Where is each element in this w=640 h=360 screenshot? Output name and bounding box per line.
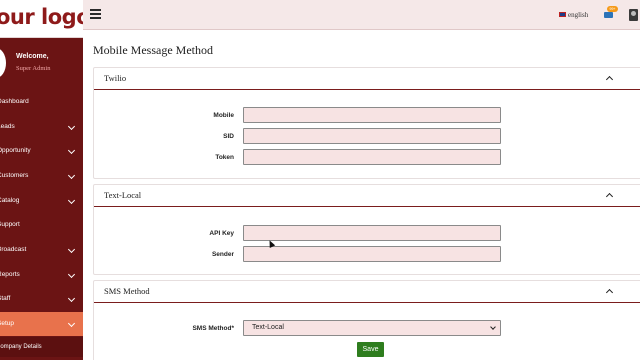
- sidebar-item-label: Reports: [0, 271, 20, 278]
- sidebar-item-label: Leads: [0, 123, 15, 130]
- chevron-down-icon: [67, 245, 76, 254]
- sidebar-item-customers[interactable]: Customers: [0, 164, 83, 188]
- sidebar-item-support[interactable]: Support: [0, 213, 83, 237]
- sidebar-item-label: Broadcast: [0, 246, 27, 253]
- avatar: [0, 48, 6, 78]
- card-title: Twilio: [104, 73, 127, 83]
- chevron-down-icon: [67, 270, 76, 279]
- field-label: SID: [223, 133, 234, 140]
- card-title: Text-Local: [104, 190, 142, 200]
- token-field[interactable]: [243, 149, 501, 165]
- select-value: Text-Local: [252, 324, 284, 331]
- sms-method-card-header[interactable]: SMS Method: [94, 281, 640, 303]
- field-label: SMS Method*: [192, 325, 234, 332]
- chevron-down-icon: [67, 122, 76, 131]
- sidebar-item-broadcast[interactable]: Broadcast: [0, 238, 83, 262]
- flag-icon: [559, 12, 566, 17]
- chevron-down-icon: [490, 324, 496, 330]
- api-key-field[interactable]: [243, 225, 501, 241]
- sidebar-item-label: Customers: [0, 172, 29, 179]
- user-avatar[interactable]: [629, 9, 638, 21]
- topbar: english 99+: [83, 0, 640, 30]
- twilio-card-header[interactable]: Twilio: [94, 68, 640, 90]
- welcome-panel: Welcome, Super Admin: [0, 38, 83, 88]
- sidebar-item-setup[interactable]: Setup: [0, 312, 83, 336]
- sidebar-item-label: Catalog: [0, 197, 20, 204]
- sidebar: Welcome, Super Admin Dashboard Leads Opp…: [0, 38, 83, 360]
- notification-badge: 99+: [607, 6, 618, 12]
- chevron-down-icon: [67, 196, 76, 205]
- mail-icon[interactable]: [604, 12, 613, 18]
- textlocal-card: Text-Local API Key Sender: [93, 184, 640, 275]
- save-button[interactable]: Save: [357, 342, 384, 357]
- sidebar-subitem-company-details[interactable]: Company Details: [0, 337, 83, 357]
- field-label: Mobile: [213, 112, 234, 119]
- sid-field[interactable]: [243, 128, 501, 144]
- textlocal-card-header[interactable]: Text-Local: [94, 185, 640, 207]
- sender-field[interactable]: [243, 246, 501, 262]
- chevron-down-icon: [67, 146, 76, 155]
- language-selector[interactable]: english: [559, 11, 588, 19]
- chevron-up-icon[interactable]: [605, 288, 614, 297]
- sidebar-item-staff[interactable]: Staff: [0, 287, 83, 311]
- sms-method-select[interactable]: Text-Local: [243, 320, 501, 336]
- sidebar-item-label: Staff: [0, 295, 11, 302]
- sidebar-item-leads[interactable]: Leads: [0, 115, 83, 139]
- logo-text: our logo: [0, 5, 83, 29]
- sidebar-item-reports[interactable]: Reports: [0, 263, 83, 287]
- sidebar-item-opportunity[interactable]: Opportunity: [0, 139, 83, 163]
- chevron-up-icon[interactable]: [605, 75, 614, 84]
- page-title: Mobile Message Method: [93, 43, 213, 57]
- main-content: Mobile Message Method Twilio Mobile SID …: [83, 31, 640, 360]
- twilio-card: Twilio Mobile SID Token: [93, 67, 640, 179]
- field-label: Token: [215, 154, 234, 161]
- chevron-up-icon[interactable]: [605, 192, 614, 201]
- field-label: API Key: [209, 230, 234, 237]
- logo[interactable]: our logo®: [0, 0, 83, 38]
- sidebar-item-catalog[interactable]: Catalog: [0, 189, 83, 213]
- user-role: Super Admin: [16, 65, 51, 72]
- language-label: english: [568, 11, 589, 19]
- chevron-down-icon: [67, 319, 76, 328]
- mobile-field[interactable]: [243, 107, 501, 123]
- welcome-title: Welcome,: [16, 53, 49, 60]
- sidebar-item-label: Support: [0, 221, 20, 228]
- card-title: SMS Method: [104, 286, 150, 296]
- sidebar-item-dashboard[interactable]: Dashboard: [0, 90, 83, 114]
- chevron-down-icon: [67, 171, 76, 180]
- sidebar-item-label: Opportunity: [0, 147, 31, 154]
- field-label: Sender: [211, 251, 234, 258]
- hamburger-menu-icon[interactable]: [90, 9, 101, 19]
- sidebar-item-label: Setup: [0, 320, 14, 327]
- chevron-down-icon: [67, 294, 76, 303]
- sidebar-item-label: Dashboard: [0, 98, 29, 105]
- sidebar-subitem-label: Company Details: [0, 344, 42, 350]
